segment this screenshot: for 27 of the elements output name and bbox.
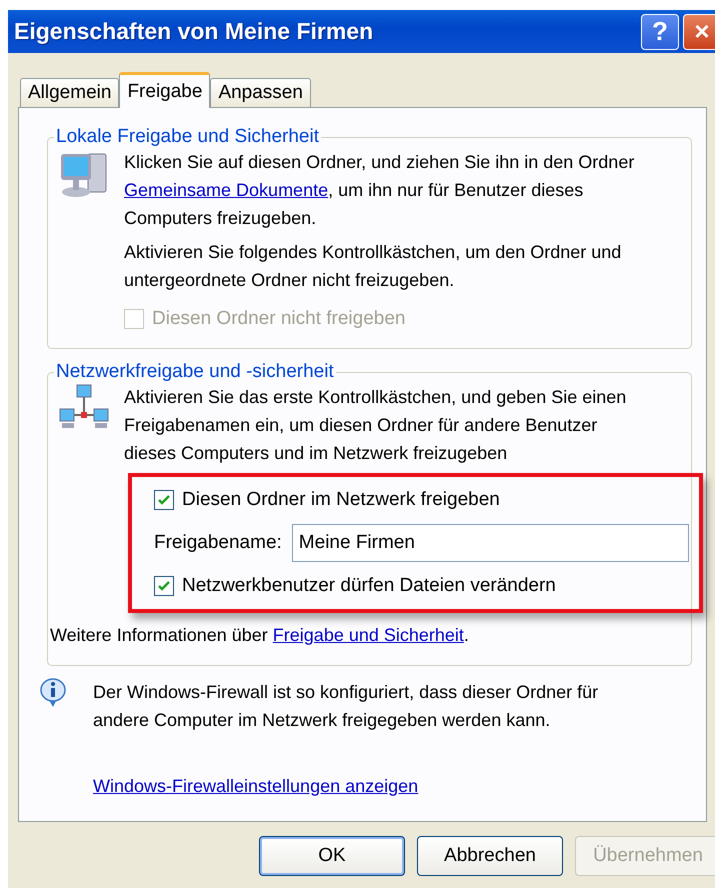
checkmark-icon [158, 494, 170, 506]
checkmark-icon [158, 580, 170, 592]
sharing-link[interactable]: Freigabe und Sicherheit [272, 625, 464, 645]
checkbox[interactable] [154, 576, 174, 596]
firewall-text: Der Windows-Firewall ist so konfiguriert, dass dieser Ordner für andere Computer im Netzwerk freigegeben werden kann. [93, 681, 600, 732]
checkbox-label[interactable]: Diesen Ordner im Netzwerk freigeben [154, 481, 689, 519]
window-title: Eigenschaften von Meine Firmen [14, 18, 374, 45]
tab[interactable]: Anpassen [210, 78, 311, 108]
tab[interactable]: Allgemein [20, 78, 120, 108]
description-text: Aktivieren Sie das erste Kontrollkästchen, und geben Sie einen Freigabenamen ein, um diesen Ordner für andere Benutzer dieses Computers und im Netzwerk freizugeben [124, 386, 628, 465]
close-button[interactable]: × [683, 14, 715, 50]
documents-link[interactable]: Gemeinsame Dokumente [124, 180, 328, 200]
description-text: Aktivieren Sie folgendes Kontrollkästchen, um den Ordner und untergeordnete Ordner nicht freizugeben. [124, 241, 622, 292]
dialog-button[interactable]: Abbrechen [417, 836, 563, 876]
dialog-button[interactable]: OK [259, 836, 405, 876]
help-button[interactable]: ? [641, 14, 679, 50]
group-title: Lokale Freigabe und Sicherheit [55, 126, 320, 148]
field-label: Freigabename: [154, 532, 282, 554]
tab[interactable]: Freigabe [119, 72, 210, 108]
group-title: Netzwerkfreigabe und -sicherheit [55, 361, 335, 383]
firewall-settings-link[interactable]: Windows-Firewalleinstellungen anzeigen [93, 776, 418, 796]
checkbox[interactable] [154, 490, 174, 510]
checkbox-label[interactable]: Netzwerkbenutzer dürfen Dateien verändern [154, 567, 689, 605]
info-text: Weitere Informationen über Freigabe und Sicherheit. [50, 624, 470, 647]
info-icon [39, 678, 67, 708]
description-text: Klicken Sie auf diesen Ordner, und ziehen Sie ihn in den Ordner Gemeinsame Dokumente, um ihn nur für Benutzer dieses Computers freizugeben. [124, 151, 636, 230]
share-name-field[interactable]: Meine Firmen [292, 524, 689, 562]
